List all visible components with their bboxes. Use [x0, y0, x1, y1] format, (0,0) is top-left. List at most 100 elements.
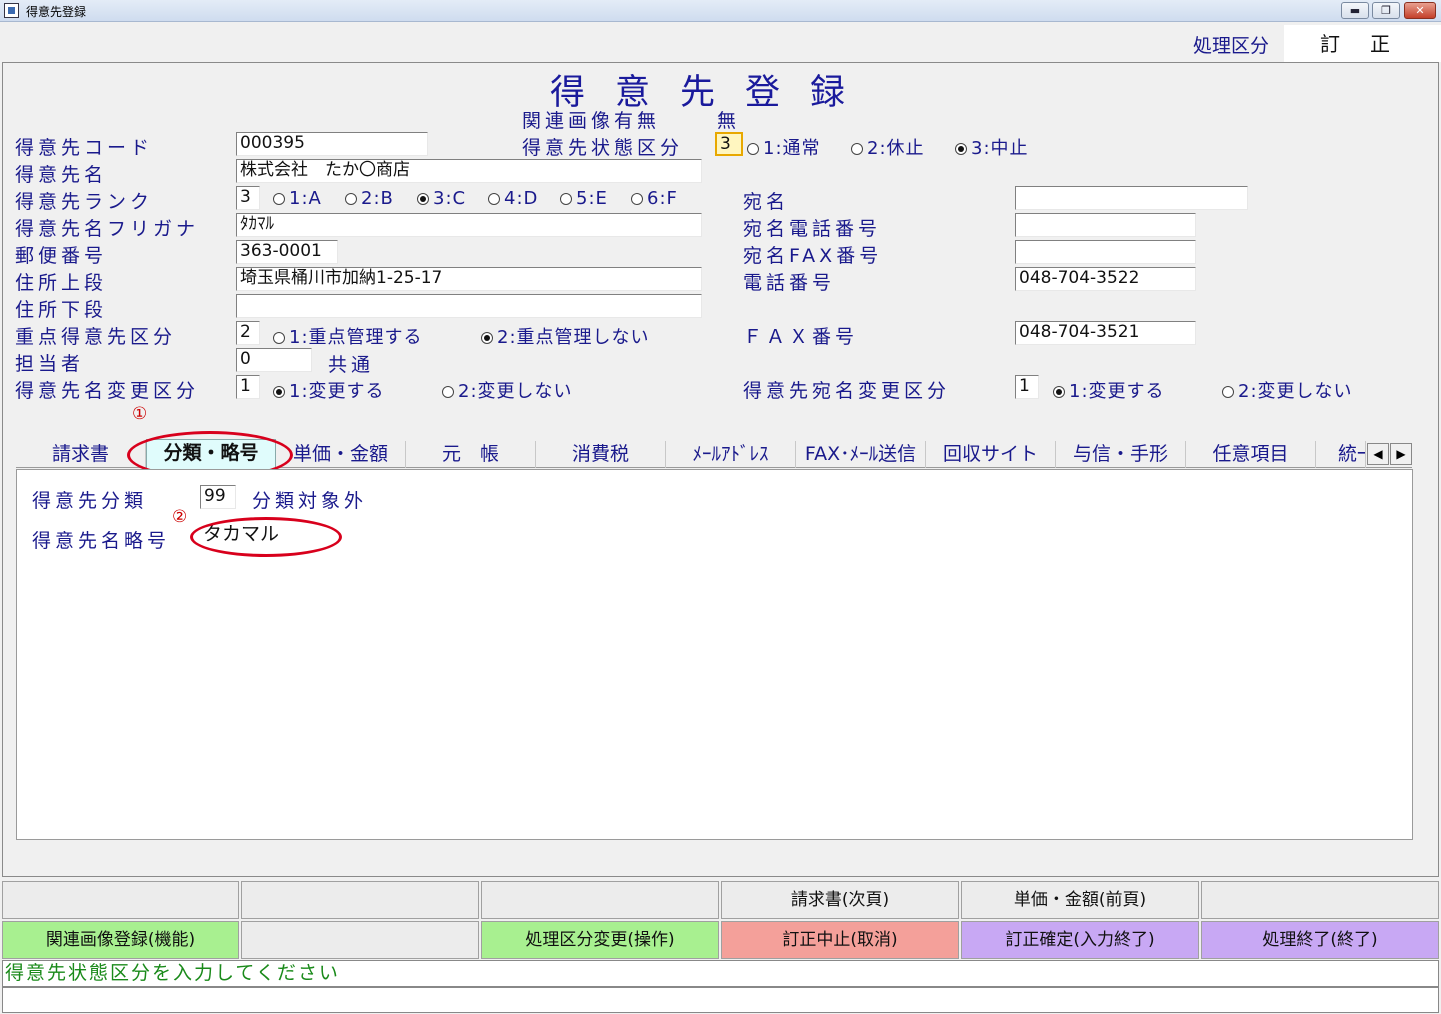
code-field[interactable]: 000395	[236, 132, 428, 156]
atena-tel-label: 宛名電話番号	[743, 218, 882, 240]
status-option-2[interactable]: 2:休止	[851, 134, 925, 160]
rank-option-a[interactable]: 1:A	[273, 188, 322, 209]
name-label: 得意先名	[15, 164, 108, 186]
tab-fax-mail[interactable]: FAX･ﾒｰﾙ送信	[796, 441, 926, 468]
atenachg-field[interactable]: 1	[1015, 375, 1039, 399]
tab-credit[interactable]: 与信・手形	[1056, 441, 1186, 468]
staff-label: 担当者	[15, 353, 85, 375]
close-button[interactable]: ✕	[1404, 2, 1436, 19]
image-register-button[interactable]: 関連画像登録(機能)	[2, 921, 239, 959]
priority-option-2-label: 2:重点管理しない	[497, 327, 650, 348]
class-label: 得意先分類	[32, 490, 148, 512]
highlight-circle-abbr	[190, 517, 342, 557]
namechg-option-1[interactable]: 1:変更する	[273, 377, 385, 403]
fkey-1-3[interactable]	[481, 881, 719, 919]
kana-field[interactable]: ﾀｶﾏﾙ	[236, 213, 702, 237]
atena-fax-field[interactable]	[1015, 240, 1196, 264]
status-option-2-label: 2:休止	[867, 138, 925, 159]
staff-field[interactable]: 0	[236, 348, 312, 372]
tab-optional[interactable]: 任意項目	[1186, 441, 1316, 468]
priority-field[interactable]: 2	[236, 321, 260, 345]
rank-label: 得意先ランク	[15, 191, 154, 213]
addr1-field[interactable]: 埼玉県桶川市加納1-25-17	[236, 267, 702, 291]
tab-scroll-right-icon[interactable]: ▶	[1390, 443, 1412, 465]
window-title: 得意先登録	[26, 5, 87, 19]
rank-option-f[interactable]: 6:F	[631, 188, 678, 209]
status-option-1-label: 1:通常	[763, 138, 821, 159]
namechg-field[interactable]: 1	[236, 375, 260, 399]
radio-selected-icon	[481, 332, 493, 344]
atena-fax-label: 宛名FAX番号	[743, 245, 883, 267]
namechg-option-2-label: 2:変更しない	[458, 381, 573, 402]
radio-icon	[747, 143, 759, 155]
exit-button[interactable]: 処理終了(終了)	[1201, 921, 1439, 959]
fax-field[interactable]: 048-704-3521	[1015, 321, 1196, 345]
rank-option-d[interactable]: 4:D	[488, 188, 538, 209]
tab-unit-price[interactable]: 単価・金額	[276, 441, 406, 468]
rank-option-c-label: 3:C	[433, 188, 467, 209]
rank-option-a-label: 1:A	[289, 188, 322, 209]
rank-option-c[interactable]: 3:C	[417, 188, 466, 209]
status-option-1[interactable]: 1:通常	[747, 134, 821, 160]
confirm-button[interactable]: 訂正確定(入力終了)	[961, 921, 1199, 959]
prev-page-button[interactable]: 単価・金額(前頁)	[961, 881, 1199, 919]
rank-option-b[interactable]: 2:B	[345, 188, 394, 209]
namechg-label: 得意先名変更区分	[15, 380, 200, 402]
mode-label: 処理区分	[1193, 35, 1270, 57]
marker-one: ①	[132, 404, 148, 424]
tab-mail-address[interactable]: ﾒｰﾙｱﾄﾞﾚｽ	[666, 441, 796, 468]
status-field[interactable]: 3	[715, 132, 743, 156]
fkey-2-2[interactable]	[241, 921, 479, 959]
fkey-1-1[interactable]	[2, 881, 239, 919]
status-message: 得意先状態区分を入力してください	[2, 960, 1439, 987]
fkey-1-2[interactable]	[241, 881, 479, 919]
radio-icon	[273, 332, 285, 344]
minimize-button[interactable]: ▬	[1341, 2, 1369, 19]
rank-option-b-label: 2:B	[361, 188, 394, 209]
rank-option-e[interactable]: 5:E	[560, 188, 608, 209]
tel-field[interactable]: 048-704-3522	[1015, 267, 1196, 291]
radio-icon	[273, 193, 285, 205]
status-option-3-label: 3:中止	[971, 138, 1029, 159]
status-option-3[interactable]: 3:中止	[955, 134, 1029, 160]
fkey-1-6[interactable]	[1201, 881, 1439, 919]
atenachg-option-2[interactable]: 2:変更しない	[1222, 377, 1353, 403]
atenachg-option-1[interactable]: 1:変更する	[1053, 377, 1165, 403]
rank-option-e-label: 5:E	[576, 188, 608, 209]
priority-option-2[interactable]: 2:重点管理しない	[481, 323, 650, 349]
radio-icon	[1222, 386, 1234, 398]
namechg-option-2[interactable]: 2:変更しない	[442, 377, 573, 403]
priority-option-1-label: 1:重点管理する	[289, 327, 423, 348]
atena-tel-field[interactable]	[1015, 213, 1196, 237]
radio-selected-icon	[273, 386, 285, 398]
fax-label: ＦＡＸ番号	[743, 326, 859, 348]
rank-field[interactable]: 3	[236, 186, 260, 210]
tab-collection[interactable]: 回収サイト	[926, 441, 1056, 468]
app-icon	[4, 3, 19, 18]
addr1-label: 住所上段	[15, 272, 108, 294]
class-field[interactable]: 99	[200, 485, 236, 509]
tel-label: 電話番号	[743, 272, 836, 294]
next-page-button[interactable]: 請求書(次頁)	[721, 881, 959, 919]
code-label: 得意先コード	[15, 137, 154, 159]
radio-icon	[631, 193, 643, 205]
cancel-button[interactable]: 訂正中止(取消)	[721, 921, 959, 959]
image-value: 無	[717, 110, 741, 132]
addr2-field[interactable]	[236, 294, 702, 318]
tab-ledger[interactable]: 元 帳	[406, 441, 536, 468]
restore-button[interactable]: ❐	[1372, 2, 1400, 19]
abbr-label: 得意先名略号	[32, 530, 171, 552]
tab-scroll-left-icon[interactable]: ◀	[1367, 443, 1389, 465]
tab-consumption-tax[interactable]: 消費税	[536, 441, 666, 468]
atena-field[interactable]	[1015, 186, 1248, 210]
window-titlebar: 得意先登録 ▬ ❐ ✕	[0, 0, 1441, 22]
mode-change-button[interactable]: 処理区分変更(操作)	[481, 921, 719, 959]
radio-icon	[488, 193, 500, 205]
name-field[interactable]: 株式会社 たか〇商店	[236, 159, 702, 183]
priority-option-1[interactable]: 1:重点管理する	[273, 323, 423, 349]
rank-option-d-label: 4:D	[504, 188, 539, 209]
radio-icon	[560, 193, 572, 205]
zip-field[interactable]: 363-0001	[236, 240, 338, 264]
tab-unified[interactable]: 統一	[1316, 441, 1366, 468]
radio-selected-icon	[955, 143, 967, 155]
